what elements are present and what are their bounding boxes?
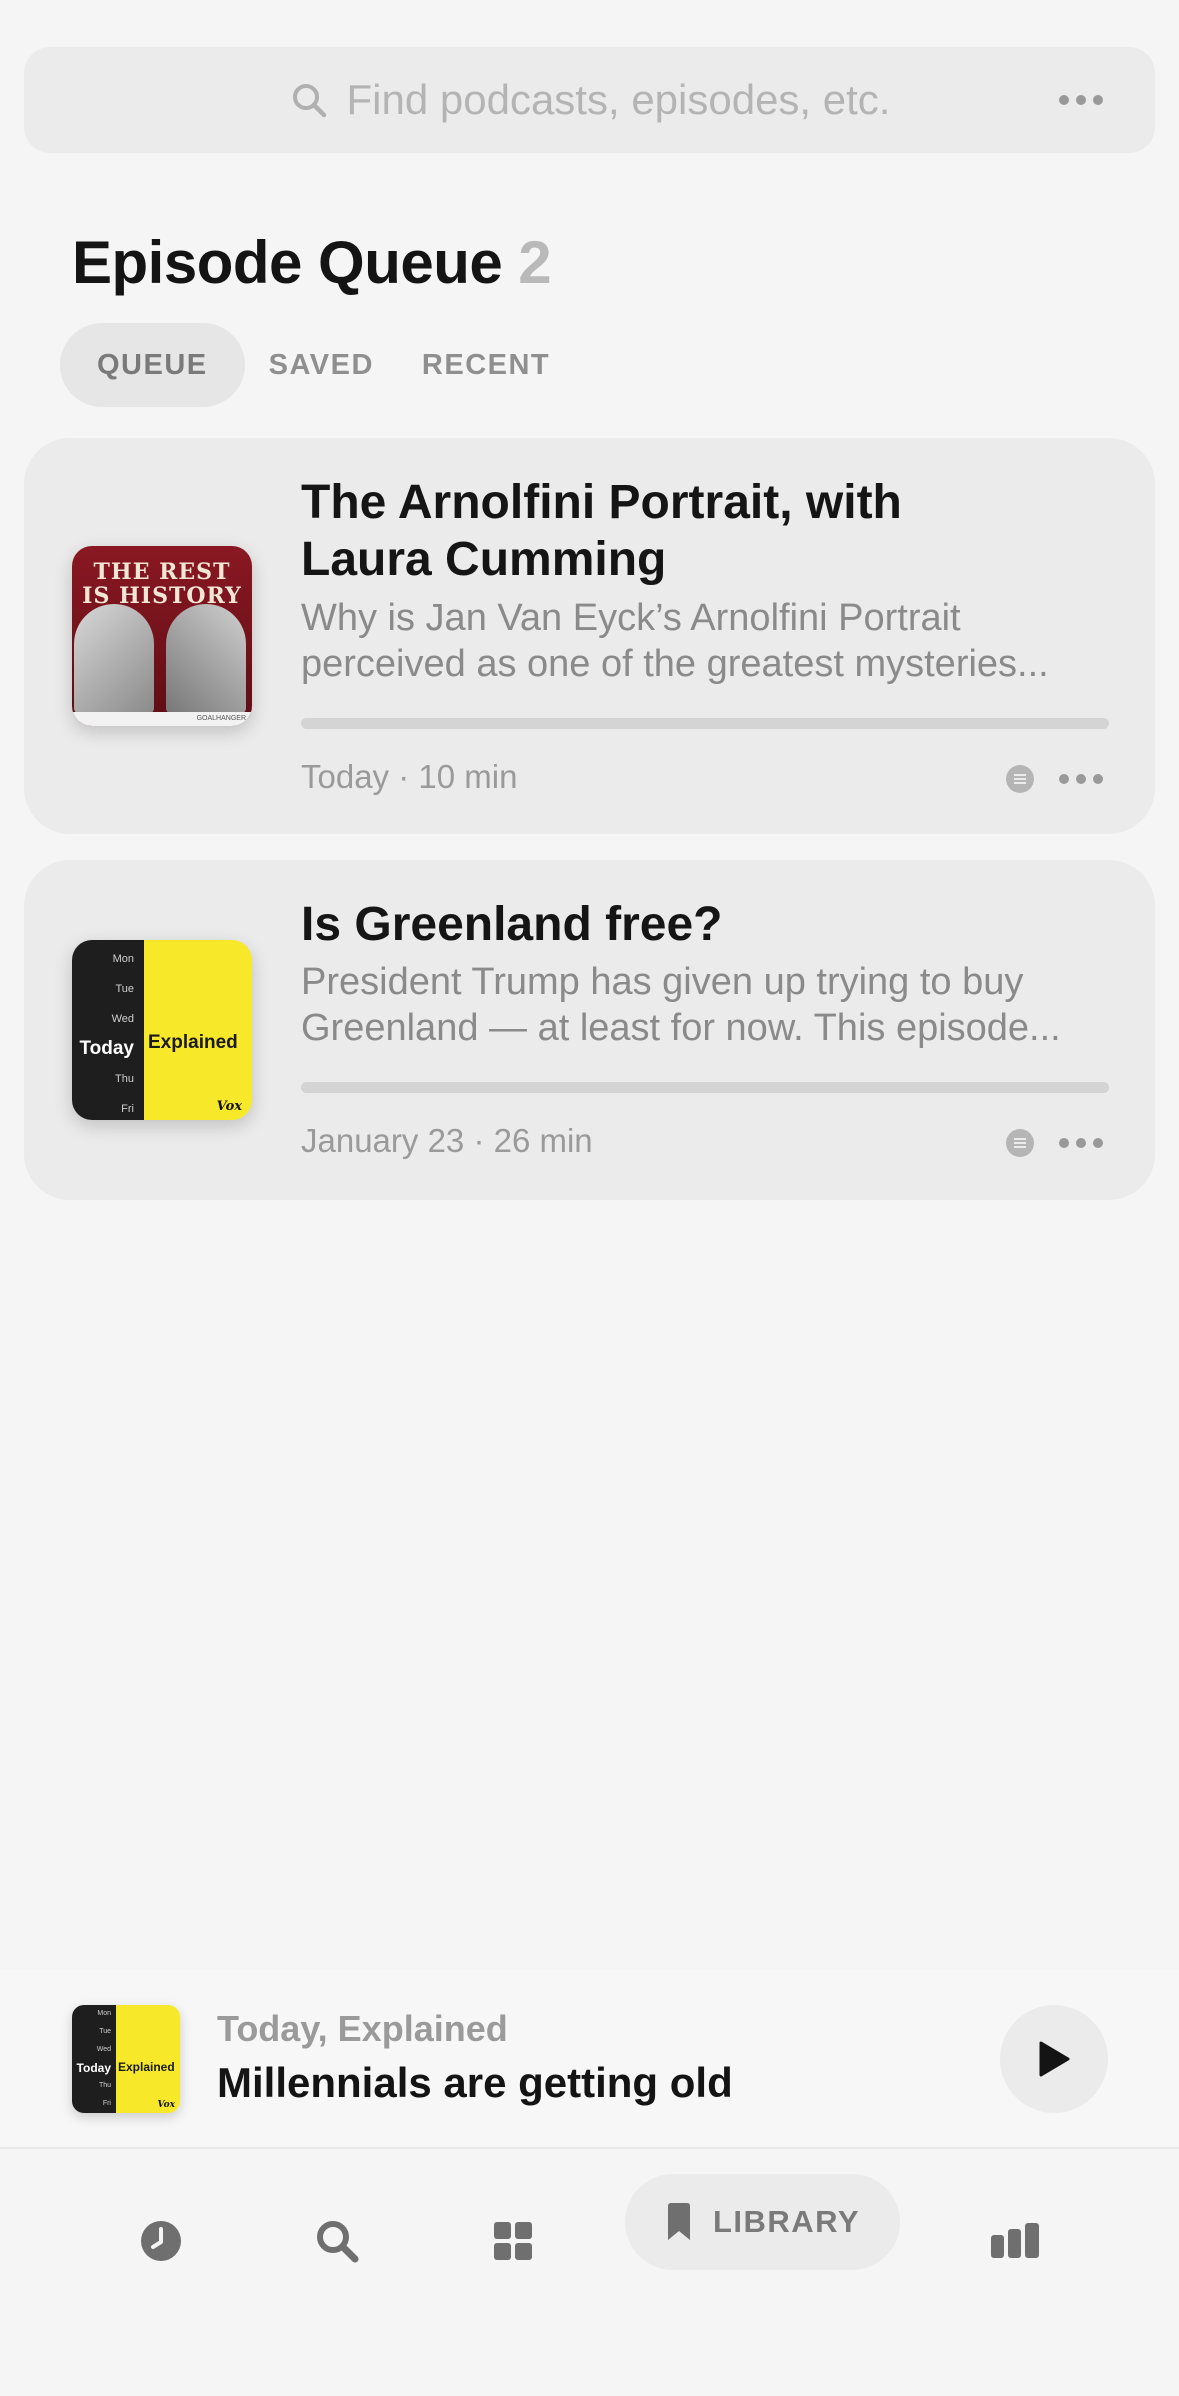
- queue-count: 2: [518, 229, 552, 296]
- statue-bust-right: [166, 604, 246, 714]
- page-header: Episode Queue 2: [72, 228, 552, 297]
- grid-icon: [494, 2222, 532, 2260]
- podcast-artwork[interactable]: Mon Tue Wed Today Thu Fri Explained Vox: [72, 940, 252, 1120]
- play-button[interactable]: [1000, 2005, 1108, 2113]
- description-line: Greenland — at least for now. This episo…: [301, 1007, 1061, 1049]
- now-playing-artwork[interactable]: Mon Tue Wed Today Thu Fri Explained Vox: [72, 2005, 180, 2113]
- search-bar[interactable]: Find podcasts, episodes, etc.: [24, 47, 1155, 153]
- now-playing-episode[interactable]: Millennials are getting old: [217, 2059, 733, 2107]
- artwork-publisher: GOALHANGER: [72, 712, 252, 726]
- artwork-explained-label: Explained: [118, 2060, 175, 2074]
- episode-more-icon[interactable]: [1059, 774, 1103, 784]
- screen: Find podcasts, episodes, etc. Episode Qu…: [0, 0, 1179, 2396]
- transcript-icon[interactable]: [1005, 764, 1035, 794]
- tab-library-label: LIBRARY: [712, 2204, 861, 2239]
- search-placeholder[interactable]: Find podcasts, episodes, etc.: [347, 76, 891, 124]
- tab-discover[interactable]: [483, 2211, 543, 2271]
- artwork-day-label: Thu: [98, 2082, 111, 2089]
- artwork-day-label: Mon: [112, 953, 134, 965]
- episode-title-line: The Arnolfini Portrait, with: [301, 476, 902, 529]
- tab-stats[interactable]: [985, 2211, 1045, 2271]
- stats-icon: [991, 2223, 1039, 2258]
- artwork-title-line: IS HISTORY: [82, 583, 242, 609]
- artwork-day-label: Wed: [96, 2046, 111, 2053]
- episode-title[interactable]: The Arnolfini Portrait, with Laura Cummi…: [301, 474, 1075, 588]
- search-icon: [317, 2221, 359, 2263]
- artwork-title-line: THE REST: [93, 559, 231, 585]
- tab-saved[interactable]: SAVED: [245, 323, 398, 407]
- vox-logo: Vox: [157, 2100, 175, 2110]
- episode-description: President Trump has given up trying to b…: [301, 959, 1109, 1051]
- mini-player[interactable]: Mon Tue Wed Today Thu Fri Explained Vox …: [0, 1969, 1179, 2149]
- search-more-icon[interactable]: [1059, 95, 1103, 105]
- episode-meta: Today · 10 min: [301, 758, 518, 795]
- vox-logo: Vox: [216, 1099, 242, 1114]
- library-tabs: QUEUE SAVED RECENT: [60, 323, 574, 407]
- artwork-explained-label: Explained: [148, 1032, 238, 1053]
- artwork-day-label: Mon: [97, 2010, 111, 2017]
- episode-progress-bar: [301, 718, 1109, 729]
- artwork-day-label: Wed: [111, 1013, 134, 1025]
- episode-title-line: Laura Cumming: [301, 533, 667, 586]
- artwork-today-label: Today: [79, 1038, 134, 1059]
- statue-bust-left: [74, 604, 154, 714]
- now-playing-show[interactable]: Today, Explained: [217, 2008, 508, 2050]
- artwork-today-label: Today: [76, 2061, 111, 2075]
- tab-history[interactable]: [131, 2211, 191, 2271]
- search-icon: [292, 84, 326, 118]
- transcript-icon[interactable]: [1005, 1128, 1035, 1158]
- episode-card[interactable]: THE REST IS HISTORY GOALHANGER The Arnol…: [24, 438, 1155, 834]
- artwork-day-label: Fri: [121, 1103, 134, 1115]
- episode-title[interactable]: Is Greenland free?: [301, 896, 1075, 953]
- artwork-day-label: Tue: [115, 983, 134, 995]
- artwork-day-label: Thu: [115, 1073, 134, 1085]
- tab-recent[interactable]: RECENT: [398, 323, 574, 407]
- play-icon: [1039, 2041, 1070, 2077]
- episode-card[interactable]: Mon Tue Wed Today Thu Fri Explained Vox …: [24, 860, 1155, 1200]
- description-line: Why is Jan Van Eyck’s Arnolfini Portrait: [301, 597, 961, 639]
- description-line: perceived as one of the greatest mysteri…: [301, 643, 1049, 685]
- episode-description: Why is Jan Van Eyck’s Arnolfini Portrait…: [301, 595, 1109, 687]
- bookmark-icon: [667, 2203, 690, 2240]
- episode-title-line: Is Greenland free?: [301, 898, 723, 951]
- episode-meta: January 23 · 26 min: [301, 1122, 593, 1159]
- description-line: President Trump has given up trying to b…: [301, 961, 1024, 1003]
- tab-queue[interactable]: QUEUE: [60, 323, 245, 407]
- artwork-day-label: Tue: [99, 2028, 111, 2035]
- artwork-day-label: Fri: [102, 2100, 111, 2107]
- page-title: Episode Queue: [72, 229, 503, 296]
- episode-more-icon[interactable]: [1059, 1138, 1103, 1148]
- clock-icon: [141, 2221, 181, 2261]
- podcast-artwork[interactable]: THE REST IS HISTORY GOALHANGER: [72, 546, 252, 726]
- tab-bar: LIBRARY: [0, 2151, 1179, 2396]
- tab-search[interactable]: [307, 2211, 367, 2271]
- tab-library[interactable]: LIBRARY: [625, 2174, 900, 2270]
- episode-progress-bar: [301, 1082, 1109, 1093]
